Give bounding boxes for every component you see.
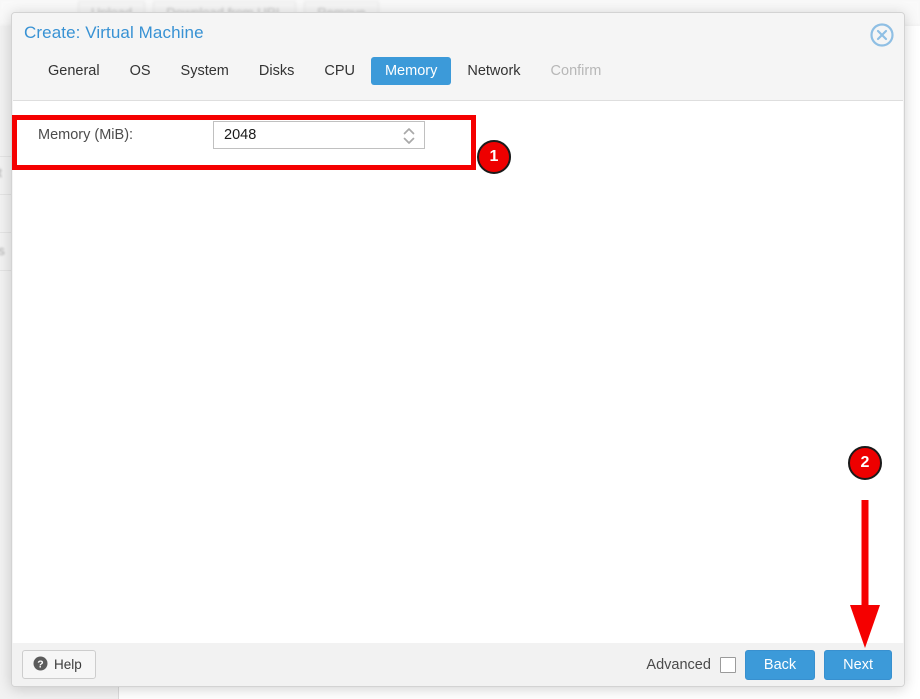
help-button[interactable]: ? Help: [22, 650, 96, 679]
svg-text:?: ?: [37, 658, 43, 670]
background-side-fragment-2: ns: [0, 243, 5, 258]
circle-x-icon[interactable]: [869, 22, 895, 48]
memory-field-wrapper: [213, 121, 425, 149]
memory-input[interactable]: [214, 122, 404, 148]
background-side-fragment-1: at: [0, 165, 2, 180]
back-button[interactable]: Back: [745, 650, 815, 680]
wizard-tab-bar: General OS System Disks CPU Memory Netwo…: [12, 57, 904, 100]
question-circle-icon: ?: [33, 656, 48, 674]
create-virtual-machine-dialog: Create: Virtual Machine General OS Syste…: [11, 12, 905, 687]
dialog-title: Create: Virtual Machine: [24, 23, 204, 43]
tab-system[interactable]: System: [167, 57, 243, 85]
dialog-header: Create: Virtual Machine: [12, 13, 904, 57]
advanced-checkbox[interactable]: [720, 657, 736, 673]
memory-label: Memory (MiB):: [13, 127, 213, 143]
footer-actions: Advanced Back Next: [646, 650, 892, 680]
advanced-label: Advanced: [646, 657, 711, 673]
updown-chevron-icon: [402, 125, 416, 147]
memory-stepper[interactable]: [402, 125, 416, 147]
annotation-badge-1: 1: [477, 140, 511, 174]
memory-form-row: Memory (MiB):: [13, 115, 473, 155]
help-button-label: Help: [54, 657, 82, 672]
tab-general[interactable]: General: [34, 57, 114, 85]
down-arrow-icon: [847, 500, 883, 650]
next-button[interactable]: Next: [824, 650, 892, 680]
dialog-body: Memory (MiB):: [13, 100, 903, 644]
dialog-footer: ? Help Advanced Back Next: [12, 643, 904, 686]
tab-network[interactable]: Network: [453, 57, 534, 85]
annotation-badge-2: 2: [848, 446, 882, 480]
tab-confirm: Confirm: [537, 57, 616, 85]
tab-disks[interactable]: Disks: [245, 57, 308, 85]
tab-memory[interactable]: Memory: [371, 57, 451, 85]
tab-cpu[interactable]: CPU: [310, 57, 369, 85]
tab-os[interactable]: OS: [116, 57, 165, 85]
